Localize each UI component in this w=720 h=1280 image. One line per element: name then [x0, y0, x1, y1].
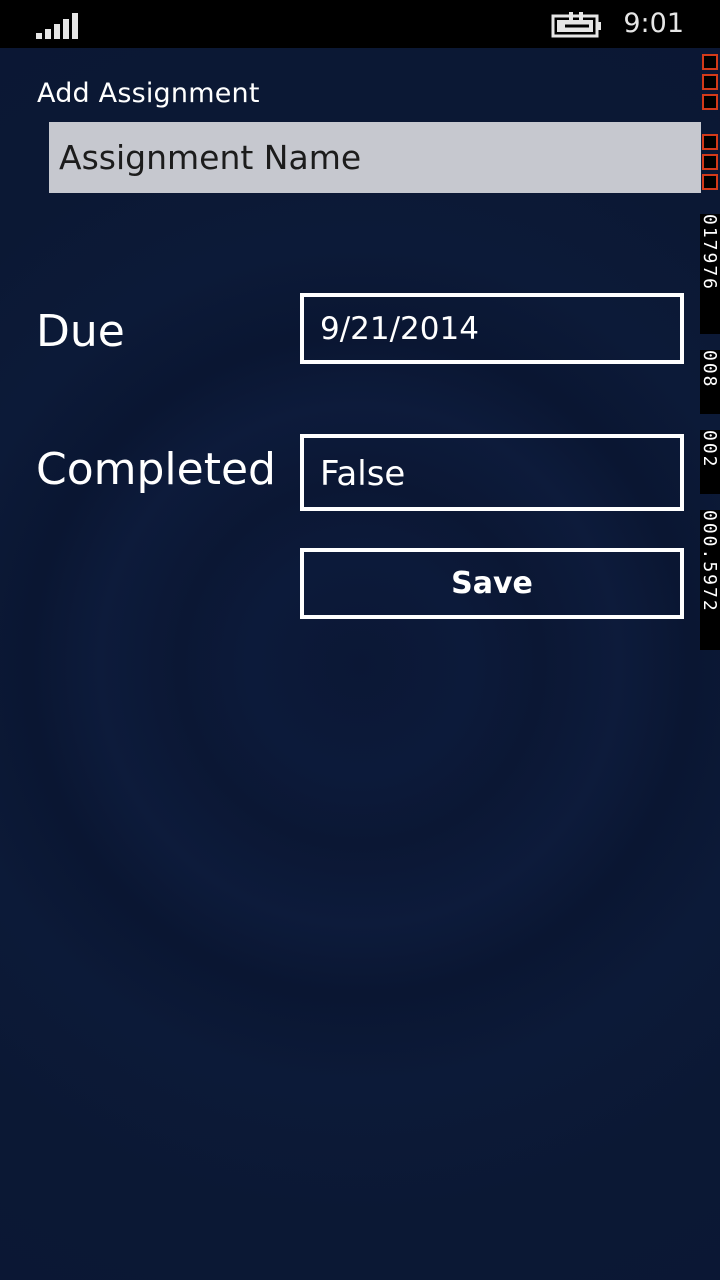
completed-label: Completed [36, 444, 276, 495]
counter-value: 008 [699, 350, 720, 414]
battery-charging-icon [551, 12, 601, 38]
status-bar: 9:01 [0, 0, 720, 48]
due-date-value: 9/21/2014 [320, 311, 479, 347]
signal-strength-icon [36, 13, 80, 39]
counter-cell [702, 94, 718, 110]
completed-value: False [320, 454, 406, 494]
clock: 9:01 [623, 8, 684, 39]
counter-value: 017976 [699, 214, 720, 334]
frame-rate-counter: 017976 008 002 000.5972 [699, 50, 720, 652]
due-label: Due [36, 306, 125, 357]
counter-value: 000.5972 [699, 510, 720, 650]
counter-cell [702, 134, 718, 150]
counter-cell [702, 74, 718, 90]
counter-cell [702, 174, 718, 190]
due-date-picker[interactable]: 9/21/2014 [300, 293, 684, 364]
counter-cell [702, 154, 718, 170]
save-button[interactable]: Save [300, 548, 684, 619]
counter-value: 002 [699, 430, 720, 494]
assignment-name-input[interactable] [49, 122, 701, 193]
page-title: Add Assignment [37, 78, 260, 109]
completed-field[interactable]: False [300, 434, 684, 511]
save-button-label: Save [451, 566, 533, 601]
counter-cell [702, 54, 718, 70]
